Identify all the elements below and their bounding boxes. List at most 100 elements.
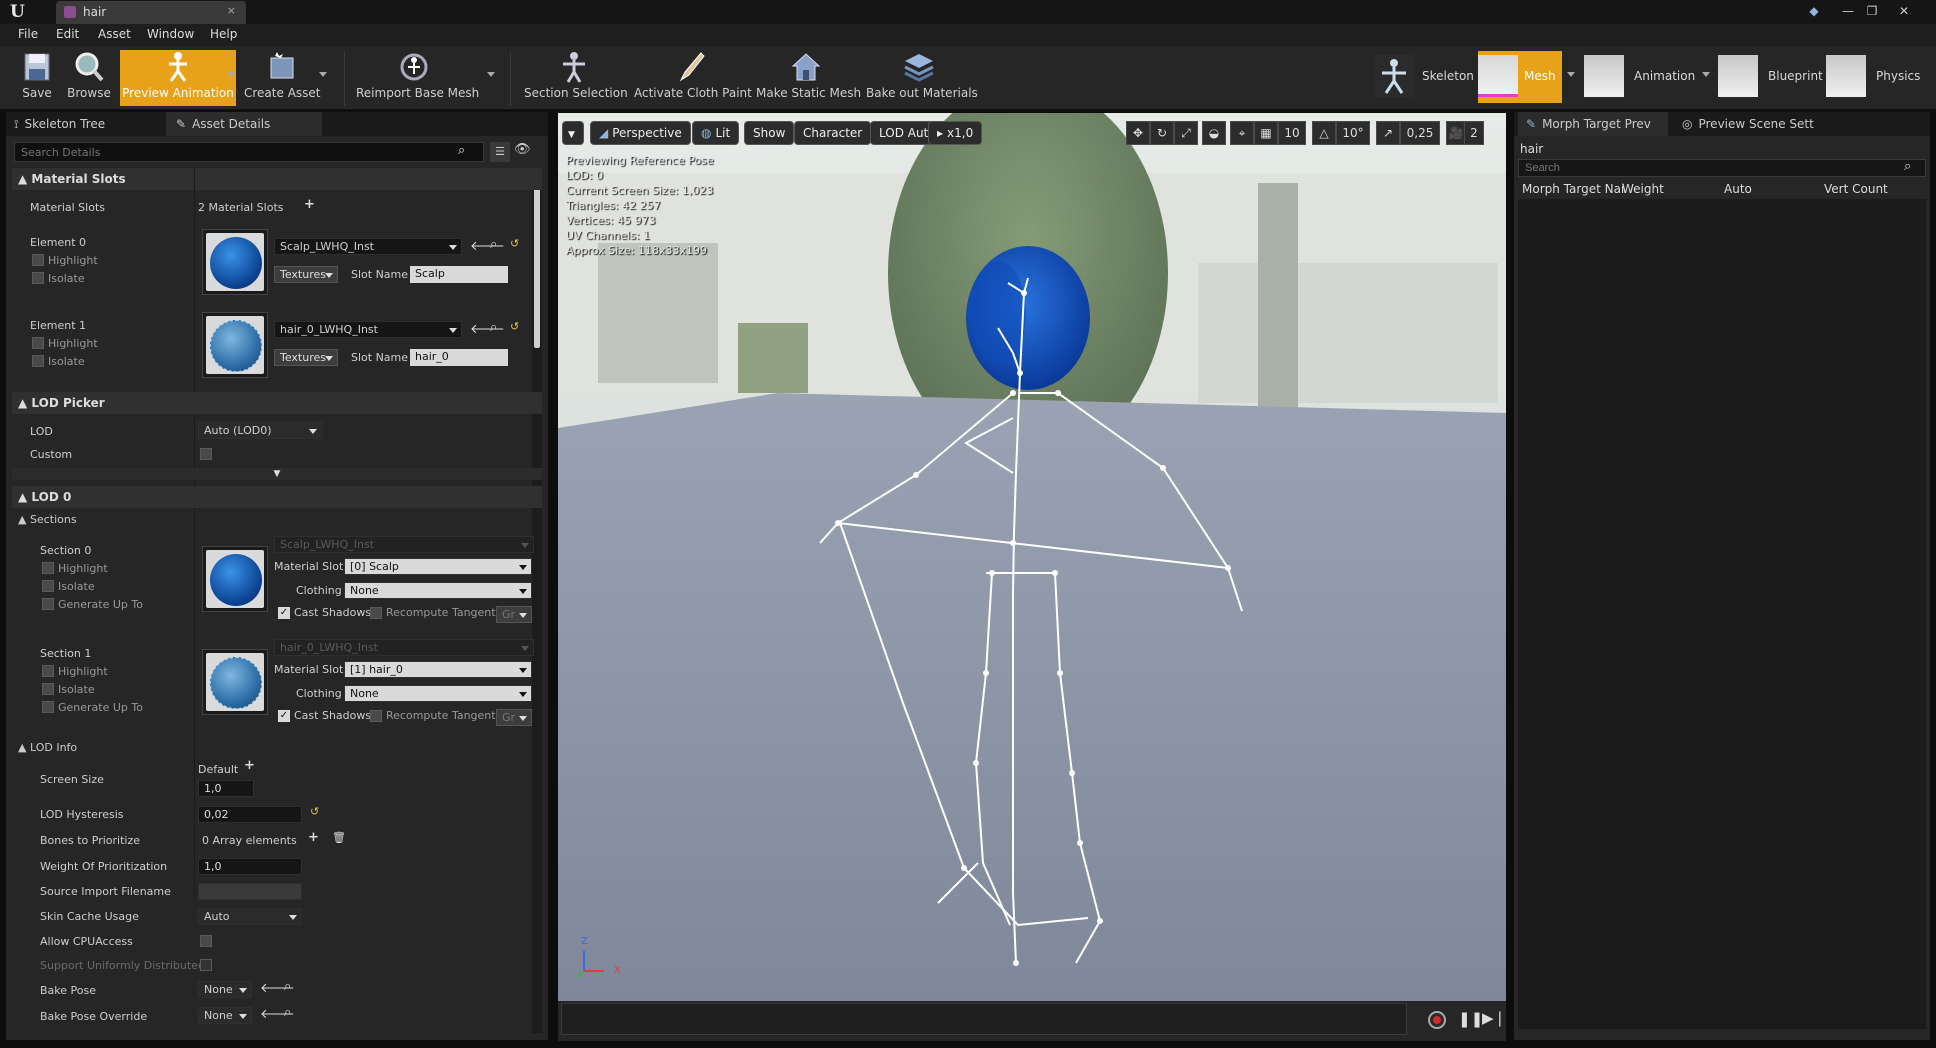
section-1-generate-checkbox[interactable] — [42, 701, 54, 713]
mode-animation-button[interactable]: Animation — [1584, 51, 1700, 103]
step-forward-button[interactable]: ▶❘ — [1482, 1009, 1506, 1027]
menu-file[interactable]: File — [18, 27, 38, 41]
activate-cloth-paint-button[interactable]: Activate Cloth Paint — [634, 50, 752, 106]
save-button[interactable]: Save — [14, 50, 60, 106]
expand-advanced-arrow-icon[interactable]: ▼ — [12, 468, 542, 480]
lod-hysteresis-field[interactable]: 0,02 — [198, 806, 302, 823]
custom-lod-checkbox[interactable] — [200, 448, 212, 460]
column-auto[interactable]: Auto — [1724, 182, 1752, 196]
tab-skeleton-tree[interactable]: ⟟ Skeleton Tree — [14, 112, 164, 136]
world-local-icon[interactable]: ◒ — [1202, 121, 1226, 145]
mode-skeleton-button[interactable]: Skeleton — [1374, 51, 1480, 103]
perspective-button[interactable]: ◢ Perspective — [590, 121, 691, 145]
skin-cache-usage-combo[interactable]: Auto — [198, 908, 302, 925]
rotation-snap-value[interactable]: 10° — [1336, 121, 1370, 145]
lod-picker-combo[interactable]: Auto (LOD0) — [198, 422, 322, 439]
visibility-eye-icon[interactable]: 👁 — [514, 142, 544, 162]
section-1-cast-shadows-checkbox[interactable]: ✓ — [278, 710, 290, 722]
document-tab[interactable]: hair × — [56, 1, 246, 24]
surface-snap-icon[interactable]: ⌖ — [1230, 121, 1254, 145]
menu-help[interactable]: Help — [210, 27, 237, 41]
preview-animation-button[interactable]: Preview Animation — [120, 50, 236, 106]
element-1-material-thumbnail[interactable] — [202, 312, 268, 378]
details-scrollbar-thumb[interactable] — [534, 172, 540, 348]
section-material-slots[interactable]: ▲ Material Slots — [12, 168, 542, 190]
search-details-input[interactable] — [14, 142, 484, 162]
grid-snap-icon[interactable]: ▦ — [1254, 121, 1278, 145]
section-selection-button[interactable]: Section Selection — [524, 50, 628, 106]
element-0-slot-name-field[interactable]: Scalp — [410, 266, 508, 283]
element-0-isolate-checkbox[interactable] — [32, 272, 44, 284]
reimport-dropdown-icon[interactable] — [487, 72, 495, 77]
browse-asset-icon[interactable]: ⌕ — [490, 320, 497, 335]
reset-to-default-icon[interactable]: ↺ — [310, 805, 319, 818]
source-import-filename-field[interactable] — [198, 883, 302, 900]
section-1-clothing-combo[interactable]: None — [344, 685, 532, 702]
column-morph-target-name[interactable]: Morph Target Nai — [1522, 182, 1624, 196]
section-0-clothing-combo[interactable]: None — [344, 582, 532, 599]
mesh-mode-dropdown-icon[interactable] — [1567, 72, 1575, 77]
section-lod0[interactable]: ▲ LOD 0 — [12, 486, 542, 508]
menu-asset[interactable]: Asset — [98, 27, 131, 41]
section-0-gr-dropdown[interactable]: Gr — [496, 606, 532, 623]
element-1-material-combo[interactable]: hair_0_LWHQ_Inst — [274, 321, 462, 338]
rotation-snap-icon[interactable]: △ — [1312, 121, 1336, 145]
section-0-material-thumbnail[interactable] — [202, 546, 268, 612]
morph-search-input[interactable] — [1518, 159, 1926, 177]
element-1-textures-button[interactable]: Textures — [274, 349, 338, 366]
section-1-recompute-checkbox[interactable] — [370, 710, 382, 722]
browse-asset-icon[interactable]: ⌕ — [284, 1005, 291, 1020]
element-0-material-combo[interactable]: Scalp_LWHQ_Inst — [274, 238, 462, 255]
element-1-highlight-checkbox[interactable] — [32, 337, 44, 349]
section-0-material-slot-combo[interactable]: [0] Scalp — [344, 558, 532, 575]
record-button[interactable] — [1428, 1011, 1446, 1029]
mode-mesh-button[interactable]: Mesh — [1478, 51, 1562, 103]
bake-pose-override-combo[interactable]: None — [198, 1007, 252, 1024]
element-0-textures-button[interactable]: Textures — [274, 266, 338, 283]
maximize-button[interactable]: ❐ — [1862, 2, 1882, 20]
trash-icon[interactable]: 🗑 — [332, 831, 346, 844]
section-0-recompute-checkbox[interactable] — [370, 607, 382, 619]
browse-button[interactable]: Browse — [64, 50, 114, 106]
sections-subheader[interactable]: ▲ Sections — [18, 513, 77, 526]
scale-snap-icon[interactable]: ↗ — [1376, 121, 1400, 145]
make-static-mesh-button[interactable]: Make Static Mesh — [756, 50, 861, 106]
playback-speed-button[interactable]: ▸ x1,0 — [928, 121, 983, 145]
reset-to-default-icon[interactable]: ↺ — [510, 237, 519, 250]
preview-viewport[interactable]: Z X ▼ ◢ Perspective ◍ Lit Show Character L… — [558, 113, 1506, 1001]
view-options-icon[interactable]: ☰ — [490, 142, 510, 162]
scale-icon[interactable]: ⤢ — [1174, 121, 1198, 145]
details-scrollbar[interactable] — [532, 168, 542, 1033]
add-element-icon[interactable]: + — [308, 830, 319, 845]
translate-icon[interactable]: ✥ — [1126, 121, 1150, 145]
morph-target-list[interactable] — [1518, 199, 1926, 1029]
pause-button[interactable]: ❚❚ — [1458, 1010, 1483, 1028]
add-material-slot-icon[interactable]: + — [304, 197, 315, 212]
section-1-material-slot-combo[interactable]: [1] hair_0 — [344, 661, 532, 678]
character-button[interactable]: Character — [794, 121, 872, 145]
source-control-icon[interactable]: ◆ — [1804, 2, 1824, 20]
allow-cpu-access-checkbox[interactable] — [200, 935, 212, 947]
use-selected-arrow-icon[interactable]: 🡐 — [470, 321, 505, 337]
add-screen-size-icon[interactable]: + — [244, 758, 255, 773]
browse-asset-icon[interactable]: ⌕ — [490, 237, 497, 252]
timeline-scrubber[interactable] — [561, 1003, 1407, 1035]
reset-to-default-icon[interactable]: ↺ — [510, 320, 519, 333]
section-1-isolate-checkbox[interactable] — [42, 683, 54, 695]
section-0-generate-checkbox[interactable] — [42, 598, 54, 610]
tab-asset-details[interactable]: ✎ Asset Details — [166, 112, 322, 136]
column-weight[interactable]: Weight — [1622, 182, 1664, 196]
element-0-highlight-checkbox[interactable] — [32, 254, 44, 266]
camera-speed-value[interactable]: 2 — [1464, 121, 1484, 145]
screen-size-field[interactable]: 1,0 — [198, 780, 254, 797]
bake-out-materials-button[interactable]: Bake out Materials — [866, 50, 978, 106]
close-tab-icon[interactable]: × — [227, 4, 236, 17]
lod-info-subheader[interactable]: ▲ LOD Info — [18, 741, 77, 754]
section-0-highlight-checkbox[interactable] — [42, 562, 54, 574]
use-selected-arrow-icon[interactable]: 🡐 — [470, 238, 505, 254]
mode-blueprint-button[interactable]: Blueprint — [1718, 51, 1823, 103]
menu-edit[interactable]: Edit — [56, 27, 79, 41]
support-uniformly-distributed-checkbox[interactable] — [200, 959, 212, 971]
section-1-gr-dropdown[interactable]: Gr — [496, 709, 532, 726]
rotate-icon[interactable]: ↻ — [1150, 121, 1174, 145]
